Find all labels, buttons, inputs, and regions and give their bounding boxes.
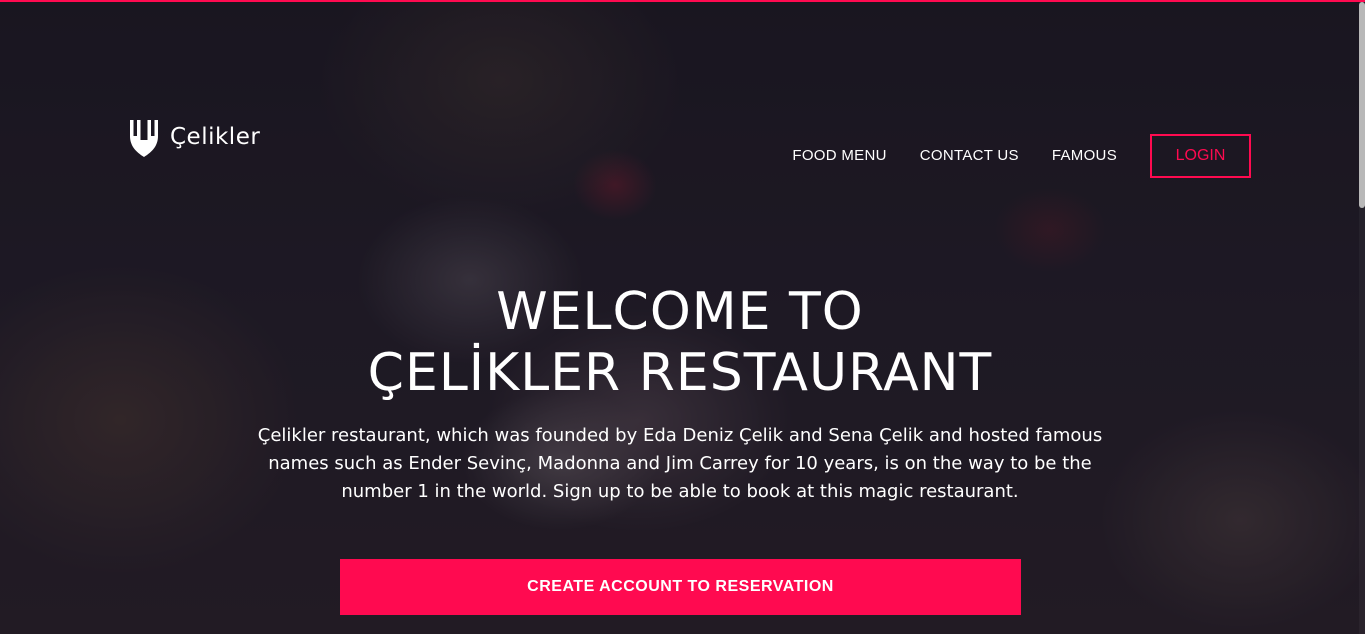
- nav-item-food-menu[interactable]: FOOD MENU: [792, 134, 886, 178]
- brand-name: Çelikler: [170, 124, 261, 150]
- hero-title-line-1: WELCOME TO: [496, 282, 864, 342]
- hero-content: WELCOME TO ÇELİKLER RESTAURANT Çelikler …: [0, 282, 1360, 506]
- page: Çelikler FOOD MENU CONTACT US FAMOUS LOG…: [0, 0, 1365, 634]
- main-nav: FOOD MENU CONTACT US FAMOUS LOGIN: [792, 134, 1251, 178]
- scrollbar-thumb[interactable]: [1359, 2, 1365, 208]
- cutlery-icon: [130, 120, 158, 157]
- brand-logo[interactable]: Çelikler: [126, 116, 260, 158]
- hero-description: Çelikler restaurant, which was founded b…: [257, 425, 1103, 502]
- nav-item-contact-us[interactable]: CONTACT US: [920, 134, 1019, 178]
- login-button[interactable]: LOGIN: [1150, 134, 1251, 178]
- hero-title: WELCOME TO ÇELİKLER RESTAURANT: [0, 282, 1360, 404]
- create-account-button[interactable]: CREATE ACCOUNT TO RESERVATION: [340, 559, 1021, 615]
- hero-title-line-2: ÇELİKLER RESTAURANT: [367, 343, 993, 403]
- nav-item-famous[interactable]: FAMOUS: [1052, 134, 1117, 178]
- top-accent-line: [0, 0, 1365, 2]
